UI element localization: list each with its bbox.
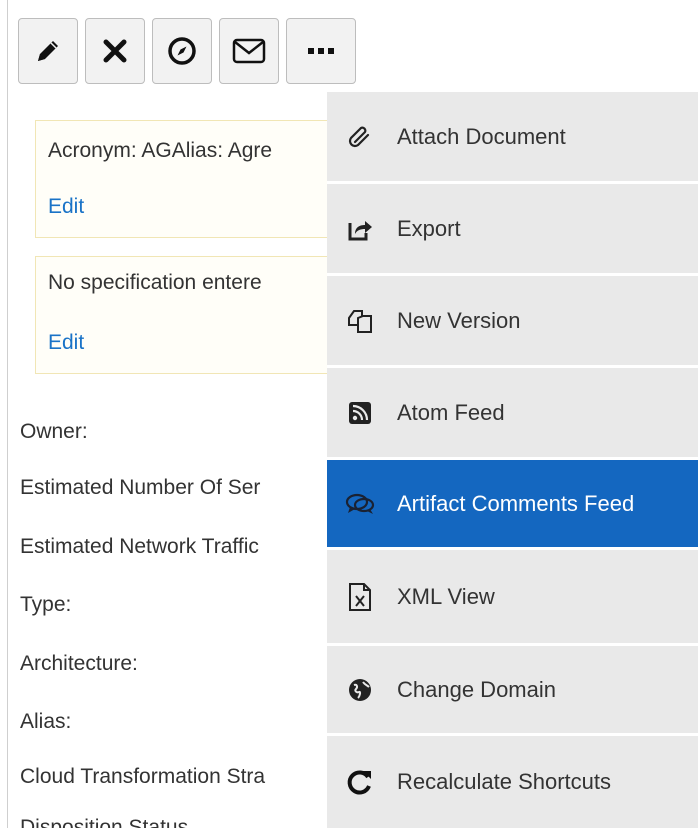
globe-icon <box>345 675 375 705</box>
specification-text: No specification entere <box>48 271 262 294</box>
comments-icon <box>345 489 375 519</box>
menu-item-atom-feed[interactable]: Atom Feed <box>327 368 698 460</box>
xml-file-icon <box>345 582 375 612</box>
menu-item-label: Attach Document <box>397 123 566 149</box>
menu-item-label: New Version <box>397 307 521 333</box>
menu-item-label: Change Domain <box>397 676 556 702</box>
delete-button[interactable] <box>85 18 145 84</box>
menu-item-change-domain[interactable]: Change Domain <box>327 646 698 736</box>
menu-item-label: Atom Feed <box>397 399 505 425</box>
menu-item-new-version[interactable]: New Version <box>327 276 698 368</box>
edit-link[interactable]: Edit <box>48 195 84 219</box>
specification-card: No specification entere Edit <box>35 256 365 374</box>
email-button[interactable] <box>219 18 279 84</box>
field-estimated-number: Estimated Number Of Ser <box>20 476 261 499</box>
menu-item-label: XML View <box>397 583 495 609</box>
refresh-icon <box>345 767 375 797</box>
compass-icon <box>166 35 198 67</box>
menu-item-attach-document[interactable]: Attach Document <box>327 92 698 184</box>
share-export-icon <box>345 214 375 244</box>
menu-item-artifact-comments-feed[interactable]: Artifact Comments Feed <box>327 460 698 550</box>
menu-item-xml-view[interactable]: XML View <box>327 550 698 646</box>
menu-item-label: Artifact Comments Feed <box>397 490 635 516</box>
rss-feed-icon <box>345 398 375 428</box>
menu-item-label: Recalculate Shortcuts <box>397 769 611 794</box>
field-cloud-transformation: Cloud Transformation Stra <box>20 765 266 788</box>
field-alias: Alias: <box>20 710 72 733</box>
acronym-text: Acronym: AGAlias: Agre <box>48 139 273 162</box>
field-estimated-network-traffic: Estimated Network Traffic <box>20 535 259 558</box>
more-actions-menu: Attach Document Export New Version Atom … <box>327 92 698 828</box>
toolbar <box>18 18 356 84</box>
menu-item-export[interactable]: Export <box>327 184 698 276</box>
field-architecture: Architecture: <box>20 652 138 675</box>
envelope-icon <box>231 36 267 66</box>
page-left-border <box>0 0 8 828</box>
edit-link[interactable]: Edit <box>48 331 84 355</box>
copy-versions-icon <box>345 306 375 336</box>
edit-button[interactable] <box>18 18 78 84</box>
more-actions-button[interactable] <box>286 18 356 84</box>
field-type: Type: <box>20 593 72 616</box>
close-icon <box>101 37 129 65</box>
field-disposition-status: Disposition Status <box>20 816 189 828</box>
acronym-card: Acronym: AGAlias: Agre Edit <box>35 120 365 238</box>
pencil-icon <box>33 36 63 66</box>
field-owner: Owner: <box>20 420 88 443</box>
menu-item-label: Export <box>397 215 461 241</box>
paperclip-icon <box>345 122 375 152</box>
more-dots-icon <box>306 46 336 56</box>
menu-item-recalculate-shortcuts[interactable]: Recalculate Shortcuts <box>327 736 698 828</box>
navigate-button[interactable] <box>152 18 212 84</box>
